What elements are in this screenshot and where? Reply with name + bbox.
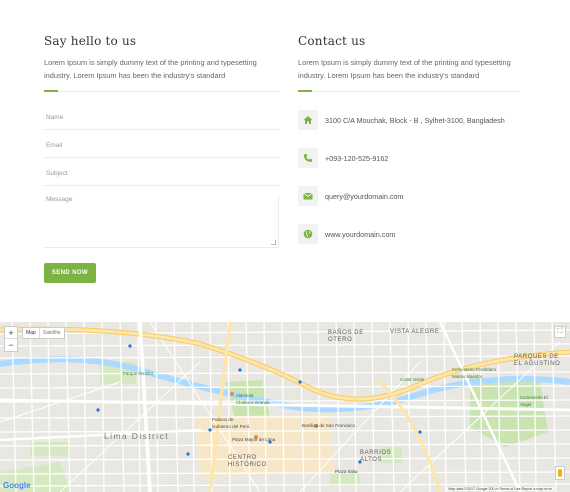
email-field[interactable]: Email [44,142,279,158]
map-label-plaza-mayor: Plaza Mayor de Lima [232,437,276,442]
email-text[interactable]: query@yourdomain.com [325,192,403,201]
map-terms[interactable]: Map data ©2017 Google 200 m Terms of Use… [446,487,554,491]
map-label-centro-historico: CENTRO HISTÓRICO [228,455,267,468]
contact-heading: Contact us [298,34,366,48]
zoom-in-button[interactable]: + [5,327,17,339]
contact-website: www.yourdomain.com [298,223,520,245]
zoom-out-button[interactable]: − [5,339,17,351]
contact-email: query@yourdomain.com [298,185,520,207]
map-label-costa-verde: Costa Verde [400,377,425,382]
fullscreen-icon[interactable]: ⛶ [554,326,566,338]
say-hello-paragraph: Lorem Ipsum is simply dummy text of the … [44,58,257,80]
contact-address: 3100 C/A Mouchak, Block - B , Sylhet-310… [298,109,520,131]
subject-field[interactable]: Subject [44,170,279,186]
map-label-parques-el-agustino: PARQUES DE EL AGUSTINO [514,354,561,367]
map-type-satellite-button[interactable]: Satellite [38,328,64,338]
phone-icon [298,148,318,168]
website-text[interactable]: www.yourdomain.com [325,230,395,239]
name-field[interactable]: Name [44,114,279,130]
map-label-banos-de-otero: BAÑOS DE OTERO [328,330,364,343]
email-placeholder: Email [46,142,63,149]
address-text: 3100 C/A Mouchak, Block - B , Sylhet-310… [325,115,505,125]
contact-divider [298,90,520,92]
send-now-button[interactable]: Send Now [44,263,96,283]
map-label-cementerio-presbitero: Cementerio Presbítero Matías Maestro [452,367,497,379]
globe-icon [298,224,318,244]
map-type-map-button[interactable]: Map [23,328,39,338]
message-textarea[interactable]: Message [44,196,279,248]
map-label-lima-district: Lima District [104,431,169,441]
contact-phone: +093-120-525-9162 [298,147,520,169]
resize-handle[interactable] [271,240,276,245]
map-label-vista-alegre: VISTA ALEGRE [390,329,440,335]
pegman-icon[interactable] [555,466,565,480]
map-label-basilica: Basílica de San Francisco [302,423,356,428]
message-box [44,196,279,248]
map-canvas [0,322,570,492]
zoom-control: + − [4,326,18,352]
map-label-parque-mirador: Parque Mirador [123,371,154,376]
say-hello-heading: Say hello to us [44,34,137,48]
map-label-palacio-gobierno: Palacio de Gobierno del Perú [212,417,250,429]
map-label-plaza-italia: Plaza Italia [335,469,358,474]
map-label-barrios-altos: BARRIOS ALTOS [360,450,392,463]
contact-paragraph: Lorem Ipsum is simply dummy text of the … [298,58,511,80]
google-map[interactable]: VISTA ALEGRE BAÑOS DE OTERO PARQUES DE E… [0,322,570,492]
google-logo[interactable]: Google [3,481,31,490]
phone-text: +093-120-525-9162 [325,153,389,163]
map-label-cementerio-el-angel: Cementerio El Ángel [520,395,548,407]
say-hello-divider [44,90,279,92]
subject-placeholder: Subject [46,170,68,177]
name-placeholder: Name [46,114,64,121]
envelope-icon [298,186,318,206]
map-type-control: Map Satellite [22,327,65,339]
map-label-alameda: Alameda Chabuca Granda [236,393,270,405]
divider-accent [298,90,312,92]
home-icon [298,110,318,130]
divider-accent [44,90,58,92]
